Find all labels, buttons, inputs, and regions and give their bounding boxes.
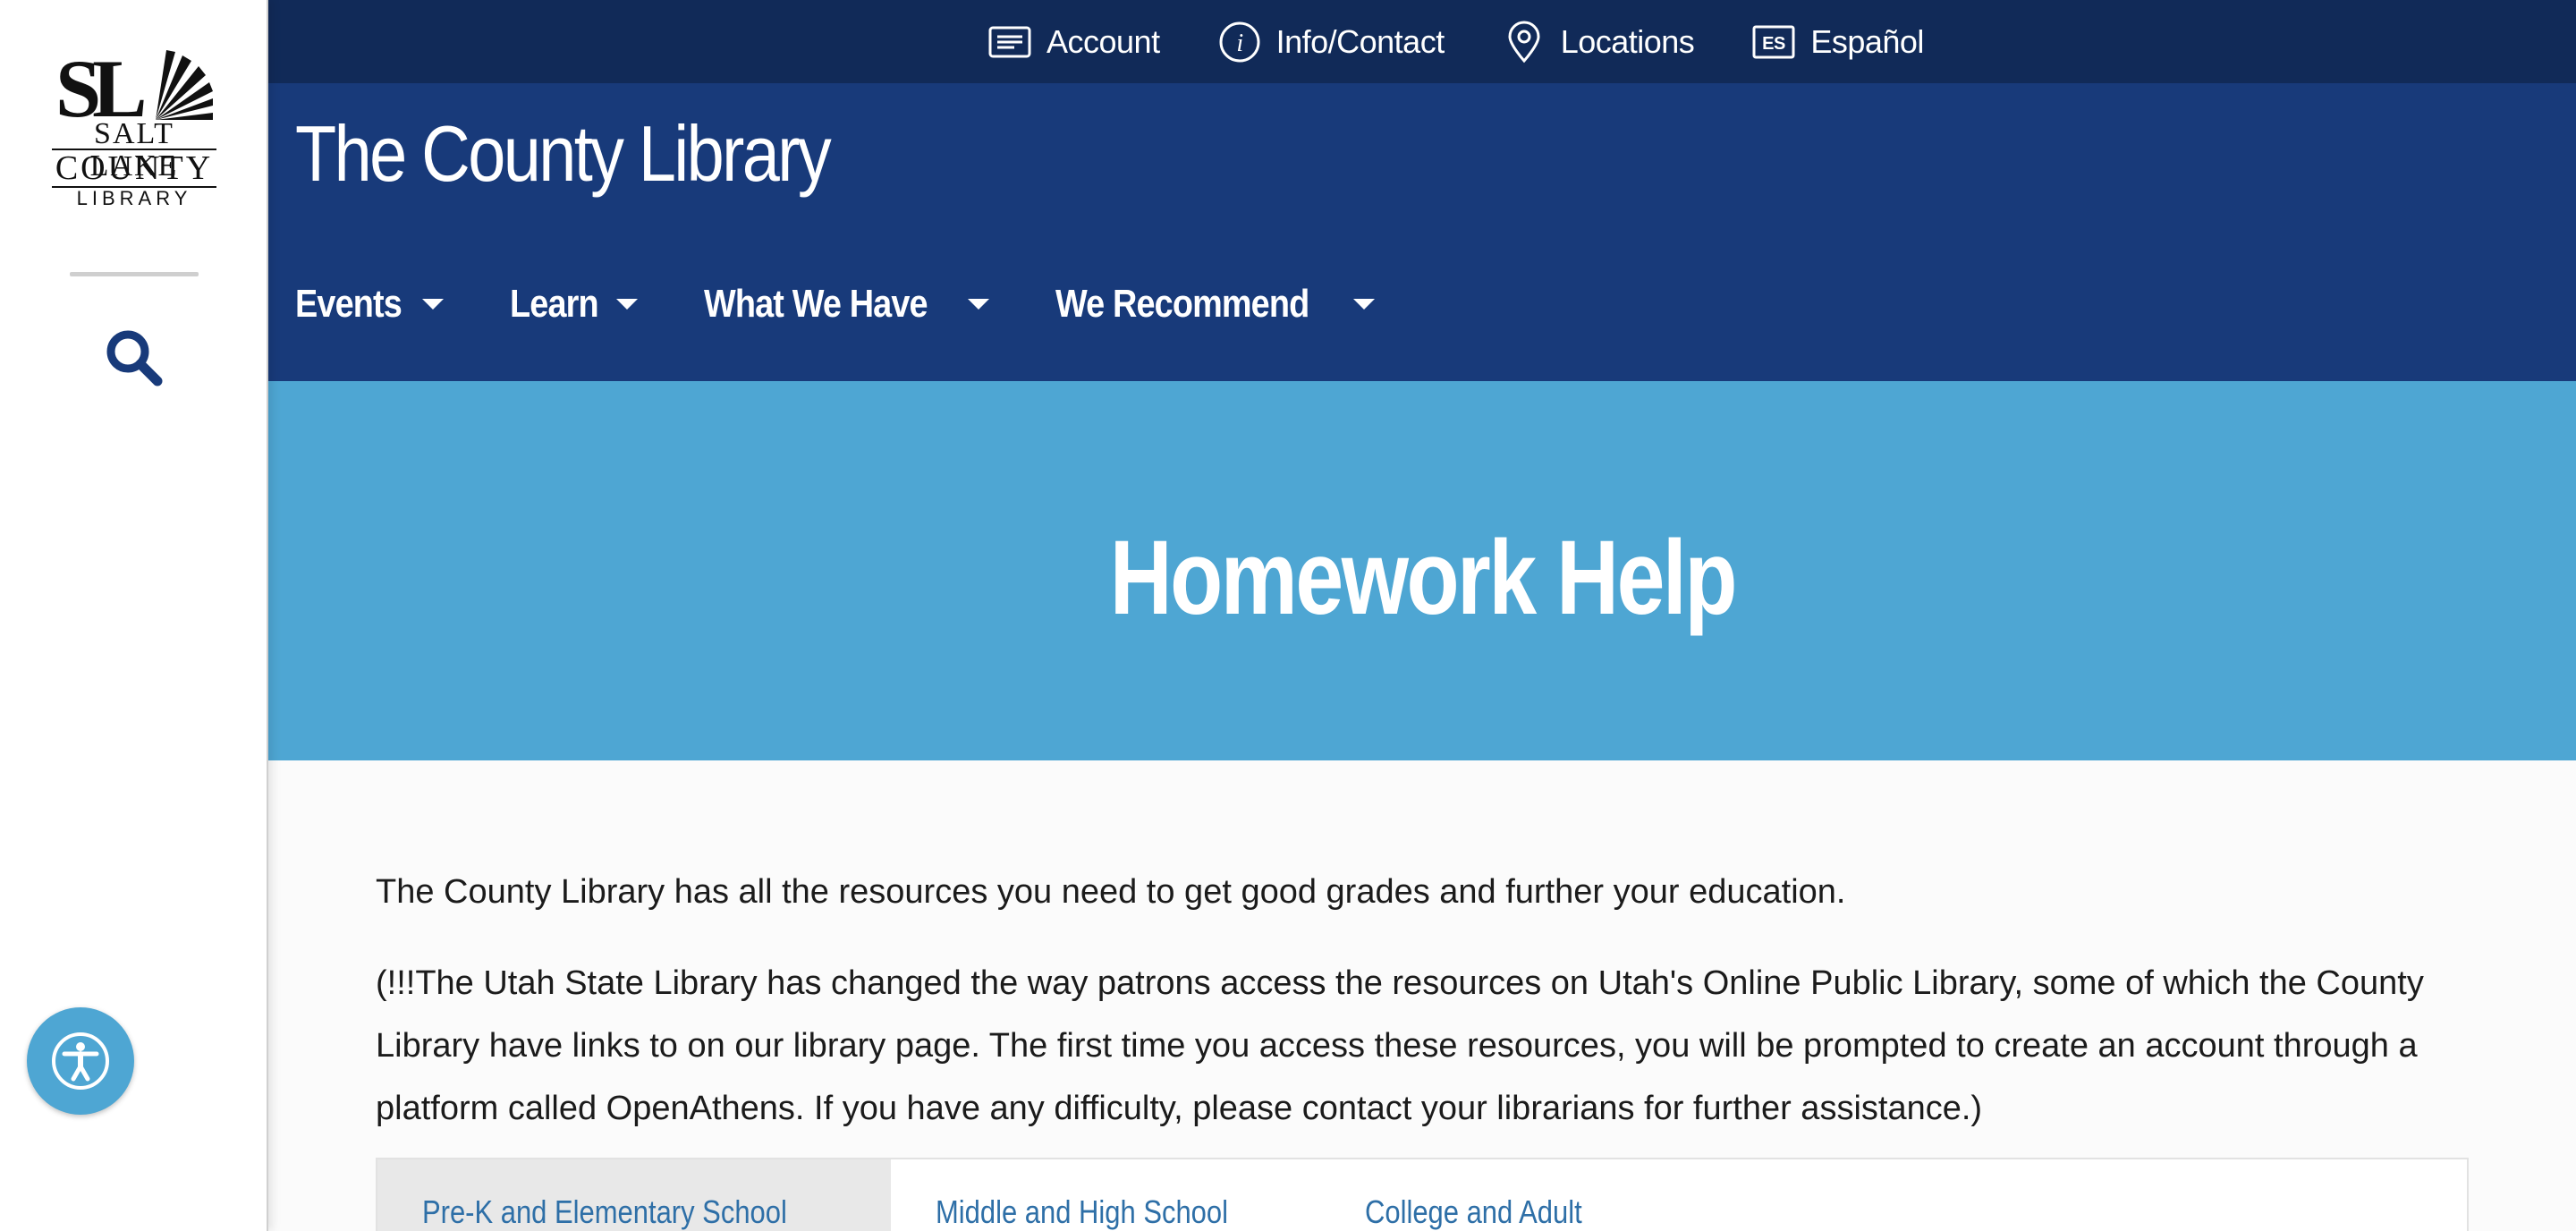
utility-link-espanol[interactable]: ES Español bbox=[1751, 20, 1924, 64]
nav-we-recommend-dropdown[interactable]: We Recommend bbox=[1055, 282, 1375, 327]
nav-item-label: What We Have bbox=[704, 282, 928, 326]
main-content: The County Library has all the resources… bbox=[268, 760, 2576, 1231]
utility-link-label: Account bbox=[1046, 22, 1160, 60]
hero-banner: Homework Help bbox=[268, 381, 2576, 760]
nav-learn-dropdown[interactable]: Learn bbox=[510, 282, 639, 327]
info-icon: i bbox=[1217, 20, 1262, 64]
page-title-text: Homework Help bbox=[1109, 519, 1737, 637]
nav-item-label: Events bbox=[295, 282, 402, 326]
utility-link-account[interactable]: Account bbox=[987, 20, 1160, 64]
tab-college-adult[interactable]: College and Adult bbox=[1320, 1159, 1662, 1231]
es-language-icon: ES bbox=[1751, 20, 1796, 64]
nav-what-we-have-dropdown[interactable]: What We Have bbox=[704, 282, 989, 327]
utility-link-label: Locations bbox=[1560, 22, 1695, 60]
logo-line-library: LIBRARY bbox=[76, 187, 192, 209]
svg-text:SL: SL bbox=[55, 50, 144, 122]
audience-tabs: Pre-K and Elementary School Middle and H… bbox=[376, 1158, 2469, 1231]
map-pin-icon bbox=[1502, 20, 1546, 64]
nav-events-dropdown[interactable]: Events bbox=[295, 282, 445, 327]
page-title: Homework Help bbox=[268, 517, 2576, 639]
library-logo[interactable]: SL SALT LAKE COUNTY LIBRARY bbox=[52, 50, 216, 209]
nav-item-label: Learn bbox=[510, 282, 599, 326]
intro-paragraph: The County Library has all the resources… bbox=[376, 873, 1846, 911]
site-header: The County Library Events Learn What We … bbox=[268, 83, 2576, 381]
utility-link-label: Info/Contact bbox=[1275, 22, 1445, 60]
caret-down-icon bbox=[967, 299, 989, 310]
sidebar-divider bbox=[70, 272, 199, 276]
svg-text:i: i bbox=[1236, 30, 1242, 57]
notice-paragraph: (!!!The Utah State Library has changed t… bbox=[376, 964, 2424, 1127]
accessibility-icon bbox=[52, 1032, 109, 1090]
tab-label: Pre-K and Elementary School bbox=[422, 1193, 787, 1230]
utility-bar: Account i Info/Contact Locations ES Espa… bbox=[268, 0, 2576, 83]
sidebar: SL SALT LAKE COUNTY LIBRARY bbox=[0, 0, 268, 1231]
tab-label: Middle and High School bbox=[936, 1193, 1229, 1230]
sl-logo-mark-icon: SL bbox=[55, 50, 213, 122]
utility-nav: Account i Info/Contact Locations ES Espa… bbox=[987, 0, 1981, 83]
caret-down-icon bbox=[616, 299, 639, 310]
main-nav: Events Learn What We Have We Recommend bbox=[295, 282, 1441, 327]
logo-line-county: COUNTY bbox=[52, 149, 216, 188]
search-icon bbox=[106, 330, 163, 386]
tab-pre-k-elementary[interactable]: Pre-K and Elementary School bbox=[377, 1159, 892, 1231]
nav-item-label: We Recommend bbox=[1055, 282, 1309, 326]
site-title[interactable]: The County Library bbox=[295, 108, 832, 200]
accessibility-button[interactable] bbox=[27, 1007, 134, 1115]
tab-label: College and Adult bbox=[1365, 1193, 1583, 1230]
utility-link-locations[interactable]: Locations bbox=[1502, 20, 1695, 64]
utility-link-info-contact[interactable]: i Info/Contact bbox=[1217, 20, 1445, 64]
account-card-icon bbox=[987, 20, 1032, 64]
svg-text:ES: ES bbox=[1762, 34, 1785, 54]
search-button[interactable] bbox=[104, 327, 165, 388]
tab-middle-high-school[interactable]: Middle and High School bbox=[891, 1159, 1320, 1231]
utility-link-label: Español bbox=[1810, 22, 1924, 60]
caret-down-icon bbox=[1353, 299, 1375, 310]
caret-down-icon bbox=[422, 299, 445, 310]
